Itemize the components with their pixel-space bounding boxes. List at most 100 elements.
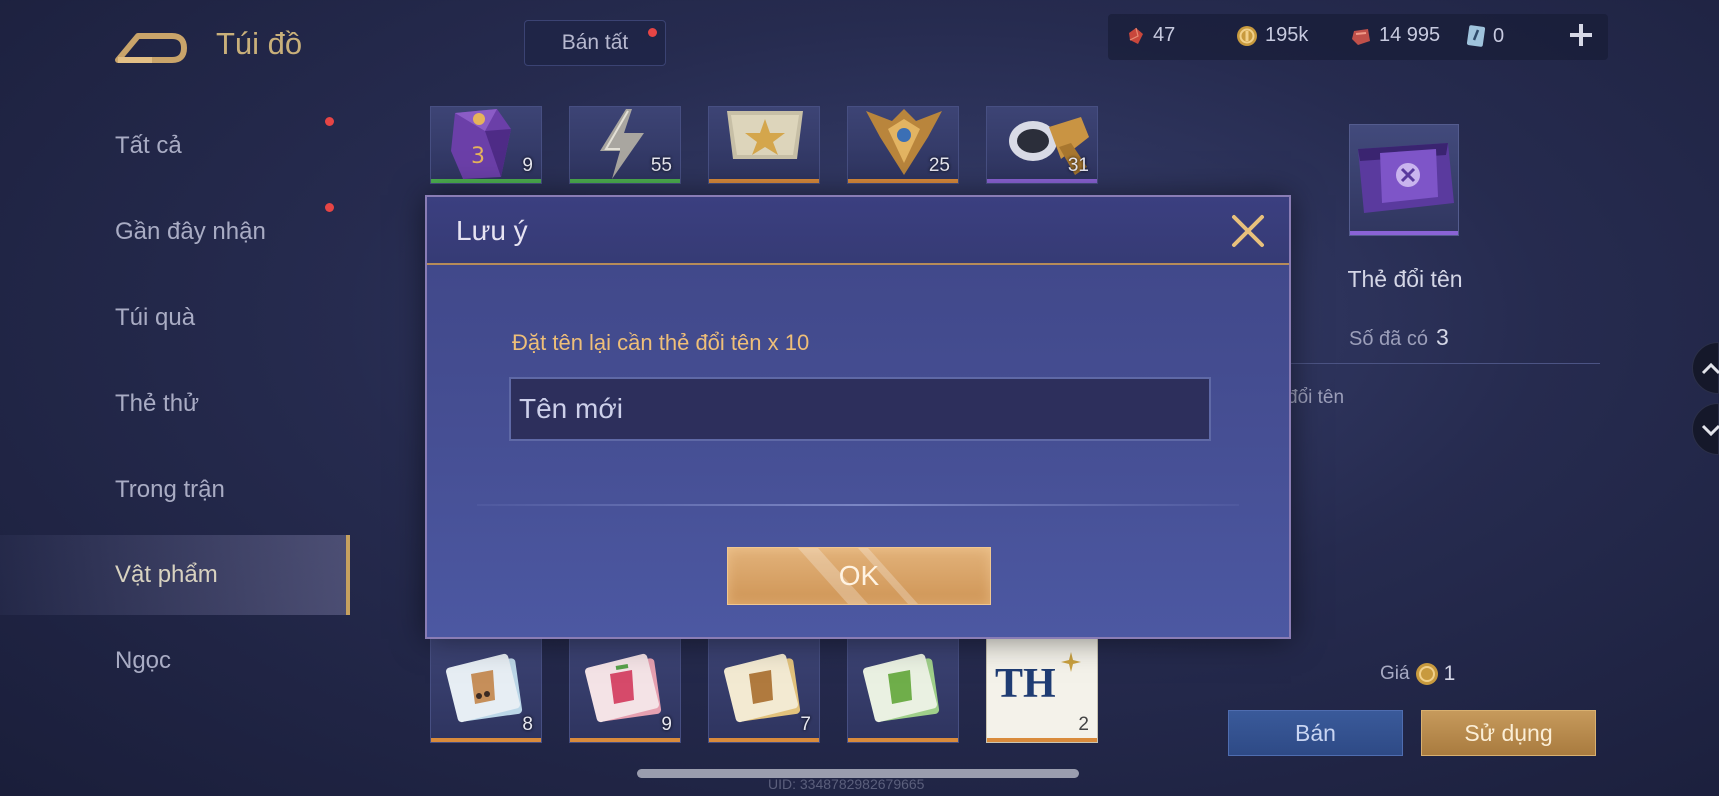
item-count: 7 (800, 714, 811, 735)
owned-label: Số đã có (1349, 328, 1428, 350)
sidebar-item-label: Ngọc (115, 647, 172, 674)
rarity-bar (987, 179, 1097, 183)
page-title: Túi đồ (216, 26, 303, 61)
rarity-bar (431, 179, 541, 183)
close-icon[interactable] (1230, 213, 1266, 249)
currency-value: 0 (1493, 24, 1505, 47)
item-count: 2 (1078, 714, 1089, 735)
home-indicator[interactable] (637, 769, 1079, 778)
bubble-tea-card-icon (446, 653, 523, 723)
rarity-bar (570, 738, 680, 742)
sidebar-item-label: Gần đây nhận (115, 218, 266, 245)
item-count: 55 (650, 155, 672, 176)
dice-icon: 3 (451, 109, 511, 179)
player-uid: UID: 3348782982679665 (768, 776, 925, 792)
sidebar-item-label: Túi quà (115, 304, 196, 331)
item-count: 9 (661, 714, 672, 735)
currency-value: 195k (1265, 24, 1309, 46)
coffee-card-icon (724, 653, 801, 723)
currency-ruby[interactable]: 14 995 (1350, 24, 1440, 47)
ok-label: OK (838, 560, 880, 591)
star-badge-icon (727, 111, 803, 159)
dialog-header: Lưu ý (427, 197, 1289, 265)
item-description: đổi tên (1287, 387, 1345, 408)
currency-value: 14 995 (1379, 24, 1441, 46)
matcha-card-icon (863, 653, 940, 723)
new-name-input[interactable] (509, 377, 1211, 441)
chevron-down-icon (1701, 424, 1719, 437)
rarity-bar (431, 738, 541, 742)
inventory-item[interactable]: 7 (708, 637, 820, 743)
rarity-bar (848, 179, 958, 183)
divider (477, 504, 1239, 506)
category-sidebar: Tất cả Gần đây nhận Túi quà Thẻ thử Tron… (0, 100, 350, 700)
price-label: Giá (1380, 663, 1410, 684)
dialog-title: Lưu ý (456, 215, 528, 246)
top-bar: Túi đồ Bán tất 47 195k 14 995 0 (0, 0, 1719, 90)
sell-button[interactable]: Bán (1228, 710, 1403, 756)
chevron-up-icon (1701, 362, 1719, 375)
strawberry-drink-card-icon (585, 653, 662, 723)
owned-value: 3 (1435, 324, 1449, 350)
notification-dot (648, 28, 657, 37)
sidebar-item-items[interactable]: Vật phẩm (0, 535, 350, 615)
gold-coin-icon (1237, 25, 1257, 46)
item-count: 31 (1067, 155, 1089, 176)
item-count: 25 (928, 155, 950, 176)
inventory-item[interactable]: 31 (986, 106, 1098, 184)
scroll-down-button[interactable] (1692, 403, 1719, 455)
inventory-item[interactable]: 8 (430, 637, 542, 743)
dialog-hint: Đặt tên lại cần thẻ đổi tên x 10 (512, 330, 810, 355)
rarity-bar (709, 179, 819, 183)
price-value: 1 (1443, 662, 1456, 685)
inventory-item[interactable] (847, 637, 959, 743)
currency-value: 47 (1153, 24, 1176, 46)
sidebar-item-label: Trong trận (115, 476, 225, 503)
red-gem-icon (1129, 27, 1143, 44)
use-button[interactable]: Sử dụng (1421, 710, 1596, 756)
sidebar-item-label: Tất cả (115, 132, 182, 159)
sidebar-item-label: Thẻ thử (115, 390, 200, 417)
sell-all-button[interactable]: Bán tất (524, 20, 666, 66)
th-logo-icon: TH (995, 661, 1056, 707)
rarity-bar (570, 179, 680, 183)
sidebar-item-recent[interactable]: Gần đây nhận (0, 192, 350, 272)
sparkle-icon (1061, 652, 1081, 672)
back-arrow-icon[interactable] (112, 26, 188, 64)
sidebar-item-label: Vật phẩm (115, 561, 218, 588)
inventory-item[interactable]: 3 9 (430, 106, 542, 184)
item-count: 9 (522, 155, 533, 176)
inventory-item[interactable]: TH 2 (986, 637, 1098, 743)
sidebar-item-in-match[interactable]: Trong trận (0, 450, 350, 530)
inventory-item[interactable]: 55 (569, 106, 681, 184)
scroll-up-button[interactable] (1692, 342, 1719, 394)
plus-icon[interactable] (1568, 22, 1594, 48)
card-icon (1466, 25, 1486, 47)
inventory-item[interactable] (708, 106, 820, 184)
currency-card[interactable]: 0 (1466, 24, 1504, 48)
selected-item-thumbnail (1349, 124, 1459, 236)
notification-dot (325, 117, 334, 126)
item-count: 8 (522, 714, 533, 735)
notification-dot (325, 203, 334, 212)
divider (1245, 363, 1600, 364)
rarity-bar (1350, 231, 1458, 235)
svg-text:3: 3 (471, 144, 485, 169)
rarity-bar (848, 738, 958, 742)
ruby-icon (1352, 28, 1370, 45)
currency-gold[interactable]: 195k (1236, 24, 1308, 47)
sidebar-item-all[interactable]: Tất cả (0, 106, 350, 186)
price: Giá 1 (1380, 662, 1455, 686)
currency-red-gem[interactable]: 47 (1126, 24, 1175, 47)
selected-item-name: Thẻ đổi tên (1347, 266, 1463, 292)
sidebar-item-gift-bags[interactable]: Túi quà (0, 278, 350, 358)
owned-count: Số đã có 3 (1349, 324, 1449, 351)
sidebar-item-trial-cards[interactable]: Thẻ thử (0, 364, 350, 444)
inventory-item[interactable]: 9 (569, 637, 681, 743)
sidebar-item-gems[interactable]: Ngọc (0, 621, 350, 701)
gold-coin-icon (1415, 663, 1438, 685)
inventory-item[interactable]: 25 (847, 106, 959, 184)
rarity-bar (709, 738, 819, 742)
ok-button[interactable]: OK (727, 547, 991, 605)
rename-dialog: Lưu ý Đặt tên lại cần thẻ đổi tên x 10 O… (425, 195, 1291, 639)
